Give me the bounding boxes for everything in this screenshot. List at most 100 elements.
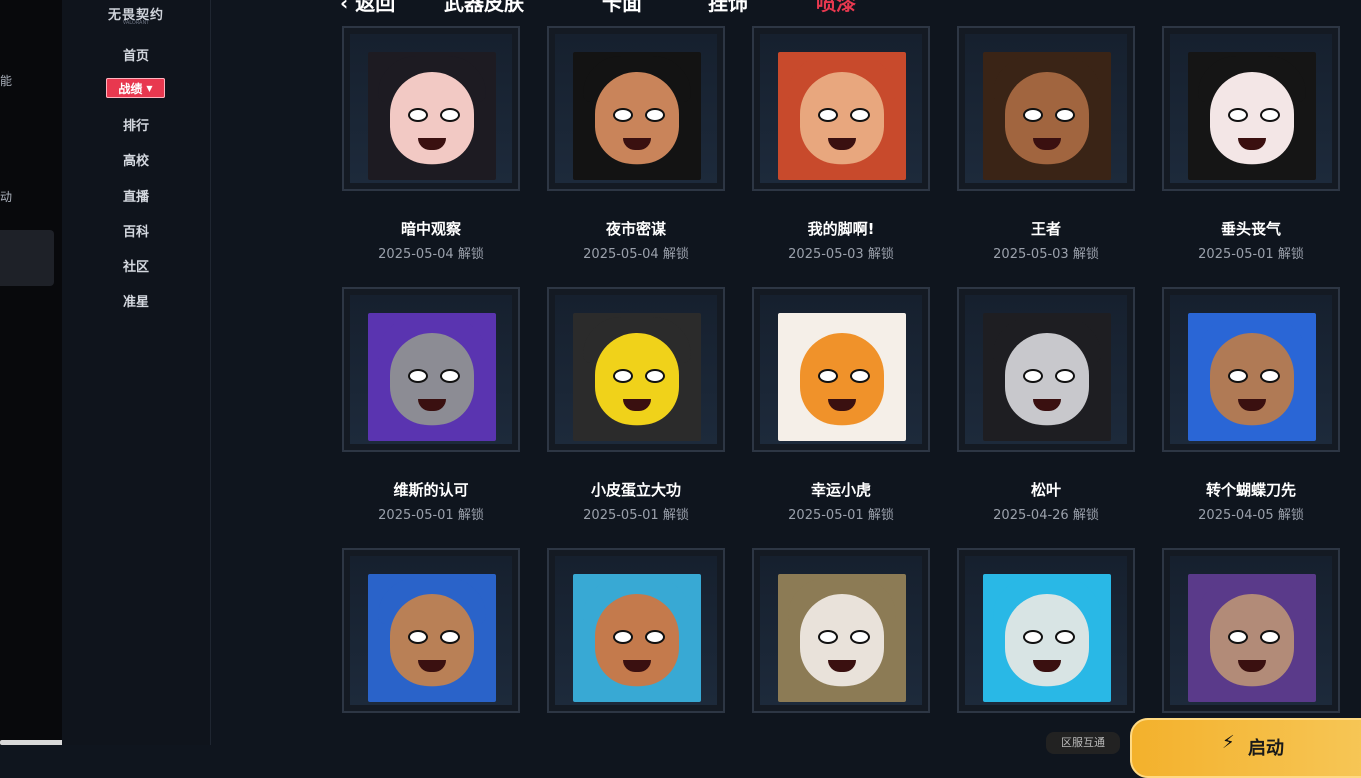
bolt-icon: ⚡ — [1222, 732, 1235, 753]
spray-image — [368, 52, 496, 180]
spray-eye-shape — [1228, 369, 1248, 383]
spray-name: 垂头丧气 — [1220, 220, 1281, 238]
sidebar-item-label: 战绩 — [118, 81, 143, 96]
spray-card[interactable] — [547, 548, 725, 713]
spray-eye-shape — [408, 108, 428, 122]
spray-eye-shape — [1260, 630, 1280, 644]
sidebar-item-ranking[interactable]: 排行 — [62, 115, 210, 134]
server-pill[interactable]: 区服互通 — [1046, 732, 1120, 754]
tab-weapon-skins[interactable]: 武器皮肤 — [444, 0, 524, 16]
spray-image — [368, 574, 496, 702]
spray-face-shape — [1005, 72, 1089, 164]
spray-name: 我的脚啊! — [807, 220, 875, 238]
back-button[interactable]: ‹ 返回 — [340, 0, 395, 16]
spray-face-shape — [800, 333, 884, 425]
spray-card[interactable] — [1162, 26, 1340, 191]
spray-eye-shape — [850, 630, 870, 644]
spray-eye-shape — [408, 369, 428, 383]
spray-eye-shape — [818, 369, 838, 383]
spray-image — [1188, 313, 1316, 441]
spray-card[interactable] — [547, 287, 725, 452]
spray-eye-shape — [1055, 369, 1075, 383]
caret-down-icon: ▼ — [146, 83, 153, 93]
spray-image — [573, 574, 701, 702]
spray-card[interactable] — [752, 287, 930, 452]
spray-card[interactable] — [957, 548, 1135, 713]
spray-face-shape — [1210, 72, 1294, 164]
tab-cards[interactable]: 卡面 — [602, 0, 642, 16]
spray-face-shape — [1005, 333, 1089, 425]
spray-eye-shape — [613, 630, 633, 644]
sidebar-item-stats[interactable]: 战绩 ▼ — [106, 78, 165, 98]
spray-eye-shape — [850, 369, 870, 383]
spray-face-shape — [1210, 333, 1294, 425]
spray-face-shape — [390, 333, 474, 425]
spray-eye-shape — [645, 369, 665, 383]
spray-card[interactable] — [1162, 287, 1340, 452]
spray-card[interactable] — [547, 26, 725, 191]
spray-unlock-date: 2025-05-01 解锁 — [583, 508, 689, 523]
sidebar-item-campus[interactable]: 高校 — [62, 150, 210, 169]
spray-image — [573, 313, 701, 441]
spray-unlock-date: 2025-04-26 解锁 — [993, 508, 1099, 523]
spray-name: 幸运小虎 — [810, 481, 871, 499]
spray-face-shape — [595, 594, 679, 686]
spray-unlock-date: 2025-05-03 解锁 — [788, 247, 894, 262]
tab-sprays[interactable]: 喷漆 — [816, 0, 856, 16]
left-edge-text: 能 — [0, 74, 13, 88]
spray-unlock-date: 2025-05-03 解锁 — [993, 247, 1099, 262]
spray-image — [983, 313, 1111, 441]
spray-eye-shape — [1228, 108, 1248, 122]
spray-eye-shape — [850, 108, 870, 122]
spray-card[interactable] — [752, 26, 930, 191]
spray-eye-shape — [645, 108, 665, 122]
spray-face-shape — [1005, 594, 1089, 686]
spray-name: 维斯的认可 — [393, 481, 469, 499]
spray-eye-shape — [613, 369, 633, 383]
spray-card[interactable] — [342, 548, 520, 713]
spray-card[interactable] — [957, 26, 1135, 191]
spray-eye-shape — [1228, 630, 1248, 644]
spray-image — [1188, 52, 1316, 180]
left-selected-block[interactable] — [0, 230, 54, 286]
spray-eye-shape — [408, 630, 428, 644]
spray-eye-shape — [818, 108, 838, 122]
spray-eye-shape — [818, 630, 838, 644]
spray-face-shape — [390, 72, 474, 164]
spray-unlock-date: 2025-05-01 解锁 — [378, 508, 484, 523]
spray-card[interactable] — [342, 287, 520, 452]
spray-eye-shape — [645, 630, 665, 644]
sidebar-item-live[interactable]: 直播 — [62, 186, 210, 205]
spray-card[interactable] — [1162, 548, 1340, 713]
spray-face-shape — [595, 333, 679, 425]
spray-eye-shape — [440, 108, 460, 122]
spray-eye-shape — [1055, 630, 1075, 644]
spray-card[interactable] — [957, 287, 1135, 452]
logo-subtitle: VALORANT — [122, 20, 150, 26]
spray-name: 暗中观察 — [400, 220, 461, 238]
tab-charms[interactable]: 挂饰 — [708, 0, 748, 16]
spray-eye-shape — [440, 369, 460, 383]
spray-image — [983, 52, 1111, 180]
spray-face-shape — [800, 594, 884, 686]
spray-image — [983, 574, 1111, 702]
start-button[interactable]: ⚡ 启动 — [1130, 718, 1361, 778]
spray-unlock-date: 2025-05-01 解锁 — [788, 508, 894, 523]
spray-image — [778, 574, 906, 702]
spray-eye-shape — [1055, 108, 1075, 122]
spray-eye-shape — [1023, 369, 1043, 383]
spray-name: 王者 — [1030, 220, 1061, 238]
spray-image — [368, 313, 496, 441]
spray-card[interactable] — [752, 548, 930, 713]
spray-name: 转个蝴蝶刀先 — [1205, 481, 1296, 499]
spray-card[interactable] — [342, 26, 520, 191]
sidebar-item-community[interactable]: 社区 — [62, 256, 210, 275]
spray-eye-shape — [1260, 108, 1280, 122]
sidebar-item-crosshair[interactable]: 准星 — [62, 291, 210, 310]
spray-face-shape — [800, 72, 884, 164]
start-button-label: 启动 — [1248, 738, 1284, 759]
spray-unlock-date: 2025-05-04 解锁 — [583, 247, 689, 262]
spray-eye-shape — [1023, 108, 1043, 122]
sidebar-item-home[interactable]: 首页 — [62, 45, 210, 64]
sidebar-item-wiki[interactable]: 百科 — [62, 221, 210, 240]
